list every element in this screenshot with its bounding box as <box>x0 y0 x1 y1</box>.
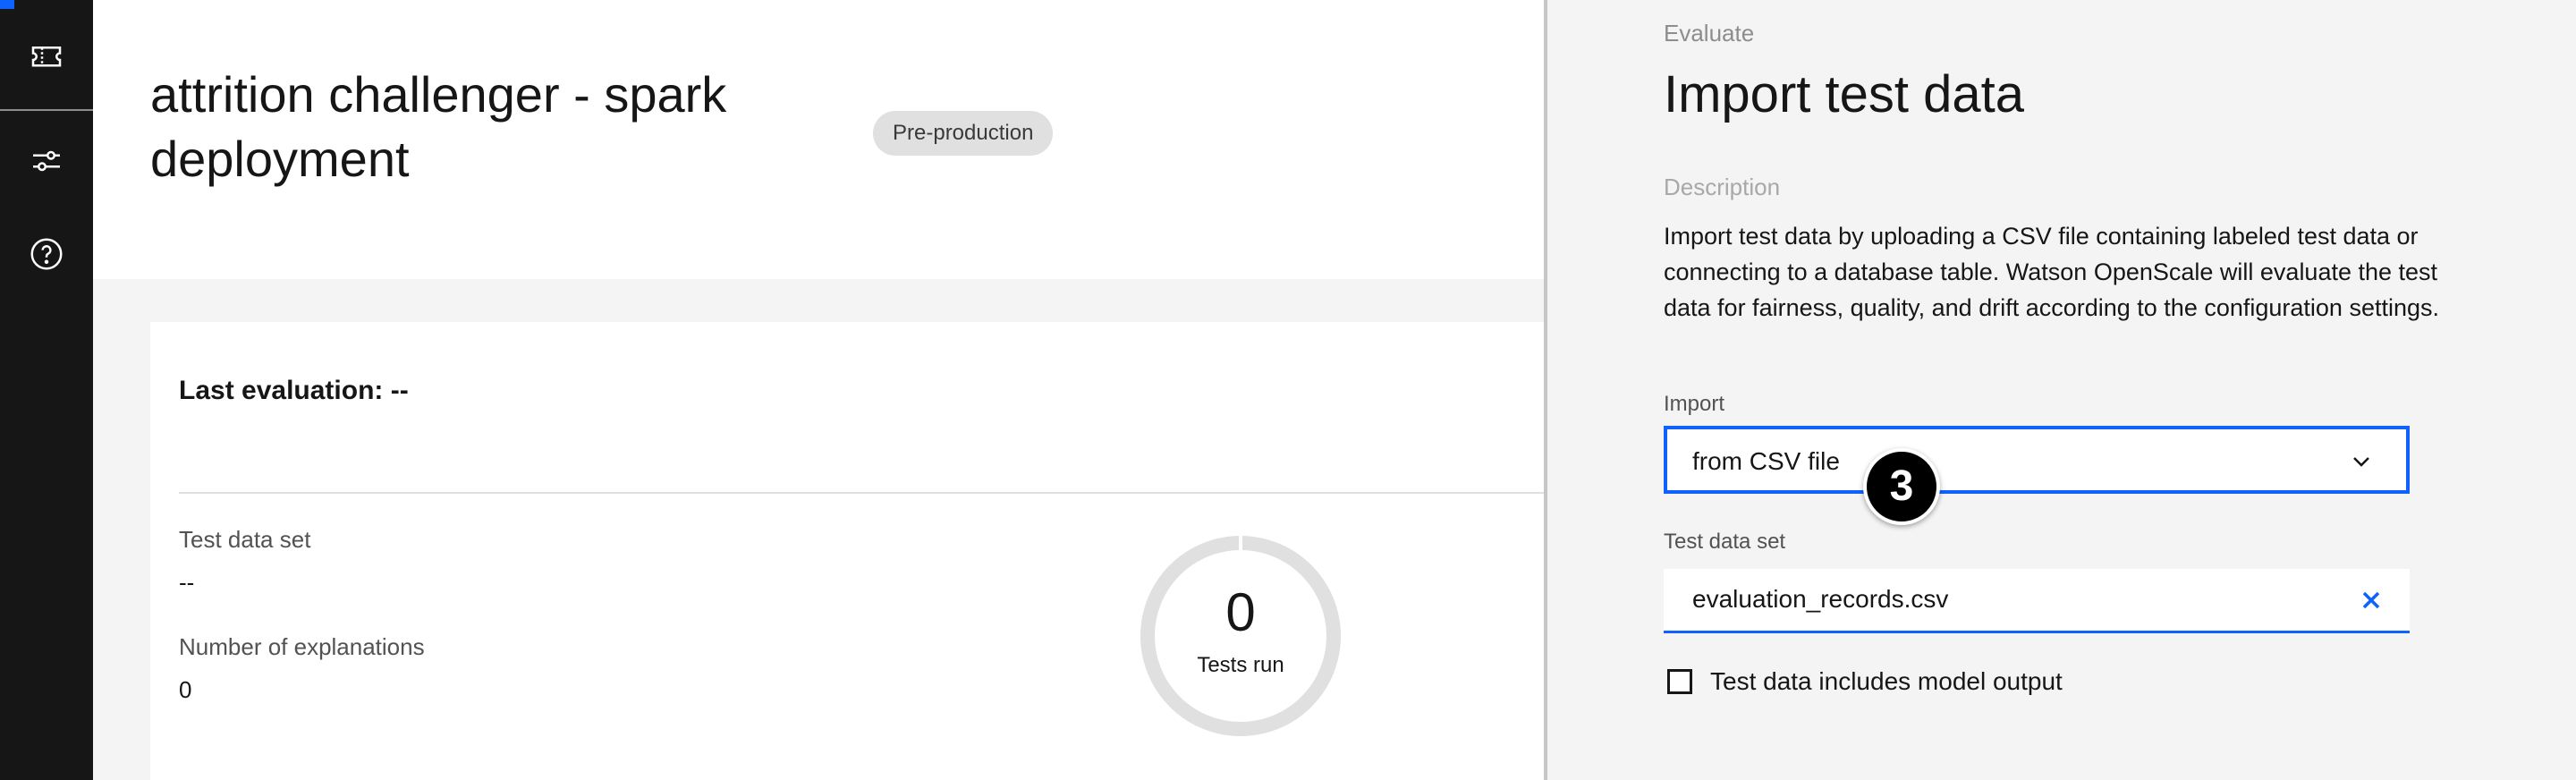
content-area: Last evaluation: -- Test data set -- Num… <box>93 279 1606 780</box>
model-output-checkbox-label: Test data includes model output <box>1710 667 2063 695</box>
test-data-set-field[interactable]: evaluation_records.csv <box>1664 569 2410 633</box>
evaluation-card: Last evaluation: -- Test data set -- Num… <box>150 322 1606 780</box>
ticket-icon[interactable] <box>27 36 66 75</box>
panel-eyebrow: Evaluate <box>1664 20 1755 47</box>
divider <box>179 492 1547 494</box>
main-content: attrition challenger - spark deployment … <box>93 0 1606 780</box>
page-title: attrition challenger - spark deployment <box>150 66 727 187</box>
panel-title: Import test data <box>1664 65 2024 123</box>
test-data-set-field-label: Test data set <box>1664 530 1786 554</box>
import-label: Import <box>1664 392 1725 416</box>
description-label: Description <box>1664 174 1781 200</box>
last-evaluation-label: Last evaluation: <box>179 376 384 405</box>
test-data-set-label: Test data set <box>179 526 311 553</box>
model-output-checkbox[interactable] <box>1667 669 1692 694</box>
sidebar-accent <box>0 0 93 9</box>
status-badge: Pre-production <box>873 111 1054 156</box>
import-test-data-panel: Evaluate Import test data Description Im… <box>1547 0 2576 780</box>
explanations-value: 0 <box>179 676 192 703</box>
help-icon[interactable] <box>27 234 66 274</box>
test-data-set-value: -- <box>179 569 195 596</box>
sliders-icon[interactable] <box>27 141 66 181</box>
import-source-dropdown[interactable]: from CSV file <box>1664 426 2410 494</box>
tests-run-count: 0 <box>1225 582 1256 642</box>
sidebar-divider <box>0 109 93 111</box>
close-icon[interactable] <box>2356 585 2386 615</box>
import-selected-value: from CSV file <box>1692 447 1840 475</box>
last-evaluation-value: -- <box>390 376 409 405</box>
step-marker: 3 <box>1863 448 1940 525</box>
test-data-set-file: evaluation_records.csv <box>1692 585 1949 613</box>
tests-run-label: Tests run <box>1197 653 1284 677</box>
left-sidebar <box>0 0 93 780</box>
chevron-down-icon <box>2353 457 2369 467</box>
description-text: Import test data by uploading a CSV file… <box>1664 223 2439 321</box>
last-evaluation: Last evaluation: -- <box>179 376 409 406</box>
explanations-label: Number of explanations <box>179 633 425 660</box>
